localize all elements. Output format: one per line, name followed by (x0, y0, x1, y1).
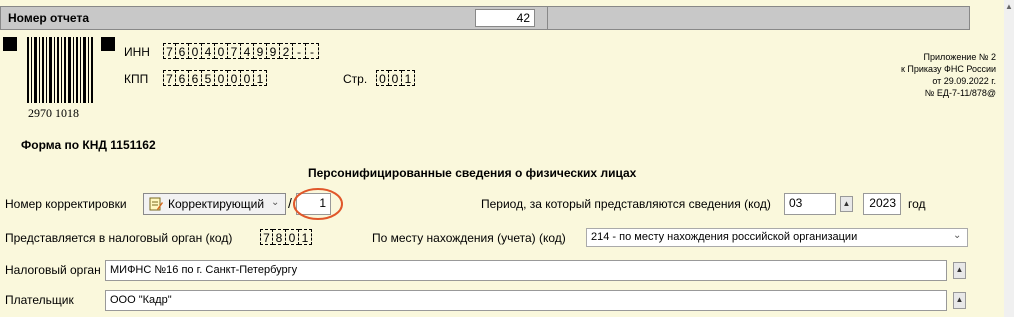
kpp-cell: 0 (228, 70, 241, 86)
kpp-cells[interactable]: 7 6 6 5 0 0 0 1 (163, 70, 267, 86)
tax-office-cell: 0 (286, 229, 299, 245)
report-number-bar: Номер отчета 42 (0, 6, 970, 30)
period-label: Период, за который представляются сведен… (481, 197, 771, 211)
appendix-line: к Приказу ФНС России (900, 64, 996, 74)
scroll-up-icon[interactable]: ▲ (1004, 0, 1014, 14)
kpp-cell: 7 (163, 70, 176, 86)
page-label: Стр. (343, 72, 368, 86)
inn-cell: 7 (228, 43, 241, 59)
inn-cell: 7 (163, 43, 176, 59)
tax-office-cell: 1 (299, 229, 312, 245)
appendix-line: № ЕД-7-11/878@ (924, 88, 996, 98)
appendix-line: от 29.09.2022 г. (932, 76, 996, 86)
inn-cell: 4 (241, 43, 254, 59)
page-cell: 0 (389, 70, 402, 86)
tax-office-cell: 8 (273, 229, 286, 245)
tax-office-label: Представляется в налоговый орган (код) (5, 231, 233, 245)
tax-authority-field[interactable]: МИФНС №16 по г. Санкт-Петербургу (105, 260, 947, 281)
kpp-cell: 0 (215, 70, 228, 86)
year-field[interactable]: 2023 (863, 193, 901, 215)
highlight-circle (293, 188, 343, 220)
inn-cell: 0 (189, 43, 202, 59)
appendix-note: Приложение № 2 к Приказу ФНС России от 2… (901, 51, 996, 99)
tax-office-cells[interactable]: 7 8 0 1 (260, 229, 312, 245)
inn-cell: - (306, 43, 319, 59)
location-dropdown[interactable]: 214 - по месту нахождения российской орг… (586, 228, 968, 247)
kpp-label: КПП (124, 72, 149, 86)
tax-authority-label: Налоговый орган (5, 263, 101, 277)
form-code: Форма по КНД 1151162 (21, 138, 156, 152)
year-label: год (908, 197, 926, 211)
inn-cell: - (293, 43, 306, 59)
correction-type-dropdown[interactable]: Корректирующий ⌄ (143, 193, 286, 215)
page-cell: 0 (376, 70, 389, 86)
page-cell: 1 (402, 70, 415, 86)
location-label: По месту нахождения (учета) (код) (372, 231, 566, 245)
edit-document-icon (149, 197, 163, 211)
period-code-field[interactable]: 03 (784, 193, 836, 215)
page-cells[interactable]: 0 0 1 (376, 70, 415, 86)
inn-cell: 0 (215, 43, 228, 59)
kpp-cell: 5 (202, 70, 215, 86)
inn-label: ИНН (124, 45, 150, 59)
period-select-button[interactable]: ▲ (840, 196, 853, 212)
vertical-scrollbar[interactable] (1004, 0, 1014, 317)
location-value: 214 - по месту нахождения российской орг… (591, 231, 858, 243)
appendix-line: Приложение № 2 (923, 52, 996, 62)
inn-cell: 9 (267, 43, 280, 59)
inn-cell: 9 (254, 43, 267, 59)
kpp-cell: 0 (241, 70, 254, 86)
correction-type-value: Корректирующий (168, 197, 265, 211)
payer-label: Плательщик (5, 293, 74, 307)
report-number-label: Номер отчета (8, 11, 89, 25)
inn-cell: 4 (202, 43, 215, 59)
kpp-cell: 6 (176, 70, 189, 86)
tax-authority-select-button[interactable]: ▲ (953, 262, 966, 279)
correction-label: Номер корректировки (5, 197, 127, 211)
inn-cell: 2 (280, 43, 293, 59)
page-heading: Персонифицированные сведения о физически… (308, 166, 637, 180)
payer-select-button[interactable]: ▲ (953, 292, 966, 309)
barcode-number: 2970 1018 (28, 106, 79, 120)
chevron-down-icon: ⌄ (953, 230, 962, 241)
payer-field[interactable]: ООО "Кадр" (105, 290, 947, 311)
kpp-cell: 1 (254, 70, 267, 86)
inn-cell: 6 (176, 43, 189, 59)
inn-cells[interactable]: 7 6 0 4 0 7 4 9 9 2 - - (163, 43, 319, 59)
chevron-down-icon: ⌄ (271, 197, 280, 208)
tax-office-cell: 7 (260, 229, 273, 245)
bar-divider (547, 7, 548, 29)
barcode-icon (3, 37, 115, 103)
kpp-cell: 6 (189, 70, 202, 86)
report-number-field[interactable]: 42 (475, 9, 535, 27)
